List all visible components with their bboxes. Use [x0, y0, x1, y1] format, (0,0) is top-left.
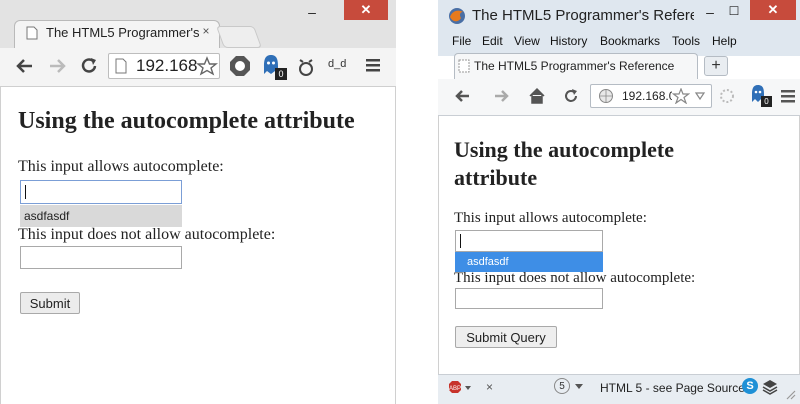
- forward-arrow-icon[interactable]: [46, 56, 68, 76]
- chrome-close-window-button[interactable]: ✕: [344, 0, 388, 20]
- firefox-new-tab-button[interactable]: +: [704, 56, 728, 76]
- text-caret: [25, 185, 26, 199]
- firefox-maximize-button[interactable]: ☐: [724, 4, 744, 18]
- timer-extension-icon[interactable]: [296, 56, 316, 78]
- firefox-address-text: 192.168.0: [622, 89, 672, 103]
- firefox-window-title: The HTML5 Programmer's Refere: [472, 7, 694, 24]
- firefox-close-window-button[interactable]: ✕: [750, 0, 796, 20]
- autocomplete-on-input[interactable]: [455, 230, 603, 252]
- status-message: HTML 5 - see Page Source: [600, 381, 745, 395]
- extension-text-badge[interactable]: d_d: [328, 58, 346, 70]
- resize-grip-icon[interactable]: [784, 388, 796, 400]
- home-icon[interactable]: [528, 87, 546, 105]
- menu-tools[interactable]: Tools: [672, 34, 700, 48]
- page-icon: [458, 59, 470, 73]
- menu-hamburger-icon[interactable]: [780, 88, 796, 104]
- ghostery-badge: 0: [761, 96, 772, 107]
- menu-edit[interactable]: Edit: [482, 34, 503, 48]
- chrome-new-tab-button[interactable]: [215, 26, 263, 48]
- back-arrow-icon[interactable]: [454, 88, 472, 104]
- autocomplete-disallow-label: This input does not allow autocomplete:: [454, 270, 696, 286]
- autocomplete-disallow-label: This input does not allow autocomplete:: [18, 226, 276, 243]
- submit-button[interactable]: Submit: [20, 292, 80, 314]
- svg-text:ABP: ABP: [449, 386, 461, 392]
- loading-spinner-icon: [720, 89, 734, 103]
- chrome-minimize-button[interactable]: –: [302, 4, 322, 20]
- page-heading: Using the autocomplete attribute: [454, 137, 674, 190]
- chrome-tab-title: The HTML5 Programmer's: [46, 25, 200, 40]
- autocomplete-suggestion[interactable]: asdfasdf: [20, 205, 182, 227]
- submit-query-button[interactable]: Submit Query: [455, 326, 557, 348]
- menu-history[interactable]: History: [550, 34, 587, 48]
- stop-extension-icon[interactable]: [228, 54, 252, 78]
- screenshot-gap: [396, 0, 438, 404]
- bookmark-star-icon[interactable]: [196, 56, 218, 76]
- reload-icon[interactable]: [562, 87, 580, 105]
- menu-file[interactable]: File: [452, 34, 471, 48]
- chrome-window: – ✕ The HTML5 Programmer's × 192.168 0 d…: [0, 0, 396, 404]
- ghostery-badge: 0: [275, 68, 287, 80]
- autocomplete-allow-label: This input allows autocomplete:: [454, 210, 647, 226]
- adblock-icon[interactable]: ABP: [448, 380, 476, 396]
- status-close-icon[interactable]: ×: [486, 380, 493, 394]
- firefox-window: The HTML5 Programmer's Refere – ☐ ✕ File…: [438, 0, 800, 404]
- text-caret: [460, 234, 461, 248]
- chevron-down-icon[interactable]: [574, 383, 584, 391]
- autocomplete-off-input[interactable]: [455, 288, 603, 309]
- autocomplete-on-input[interactable]: [20, 180, 182, 204]
- menu-view[interactable]: View: [514, 34, 540, 48]
- back-arrow-icon[interactable]: [14, 56, 36, 76]
- firefox-minimize-button[interactable]: –: [700, 4, 720, 20]
- reload-icon[interactable]: [78, 55, 100, 77]
- firefox-logo-icon: [449, 8, 465, 24]
- autocomplete-allow-label: This input allows autocomplete:: [18, 158, 224, 175]
- firefox-tab-title: The HTML5 Programmer's Reference: [474, 59, 675, 73]
- menu-help[interactable]: Help: [712, 34, 737, 48]
- forward-arrow-icon[interactable]: [492, 88, 510, 104]
- page-heading: Using the autocomplete attribute: [18, 108, 355, 134]
- page-info-icon[interactable]: [114, 58, 128, 74]
- bookmark-star-icon[interactable]: [672, 88, 690, 104]
- skype-icon[interactable]: S: [742, 378, 758, 394]
- chrome-tab-close-icon[interactable]: ×: [198, 23, 214, 39]
- menu-hamburger-icon[interactable]: [364, 56, 382, 74]
- layers-icon[interactable]: [762, 378, 778, 396]
- page-icon: [26, 26, 38, 40]
- chevron-down-icon[interactable]: [694, 90, 706, 102]
- autocomplete-off-input[interactable]: [20, 246, 182, 269]
- status-count-badge[interactable]: 5: [554, 378, 570, 394]
- autocomplete-suggestion[interactable]: asdfasdf: [455, 252, 603, 272]
- menu-bookmarks[interactable]: Bookmarks: [600, 34, 660, 48]
- globe-icon[interactable]: [598, 88, 614, 104]
